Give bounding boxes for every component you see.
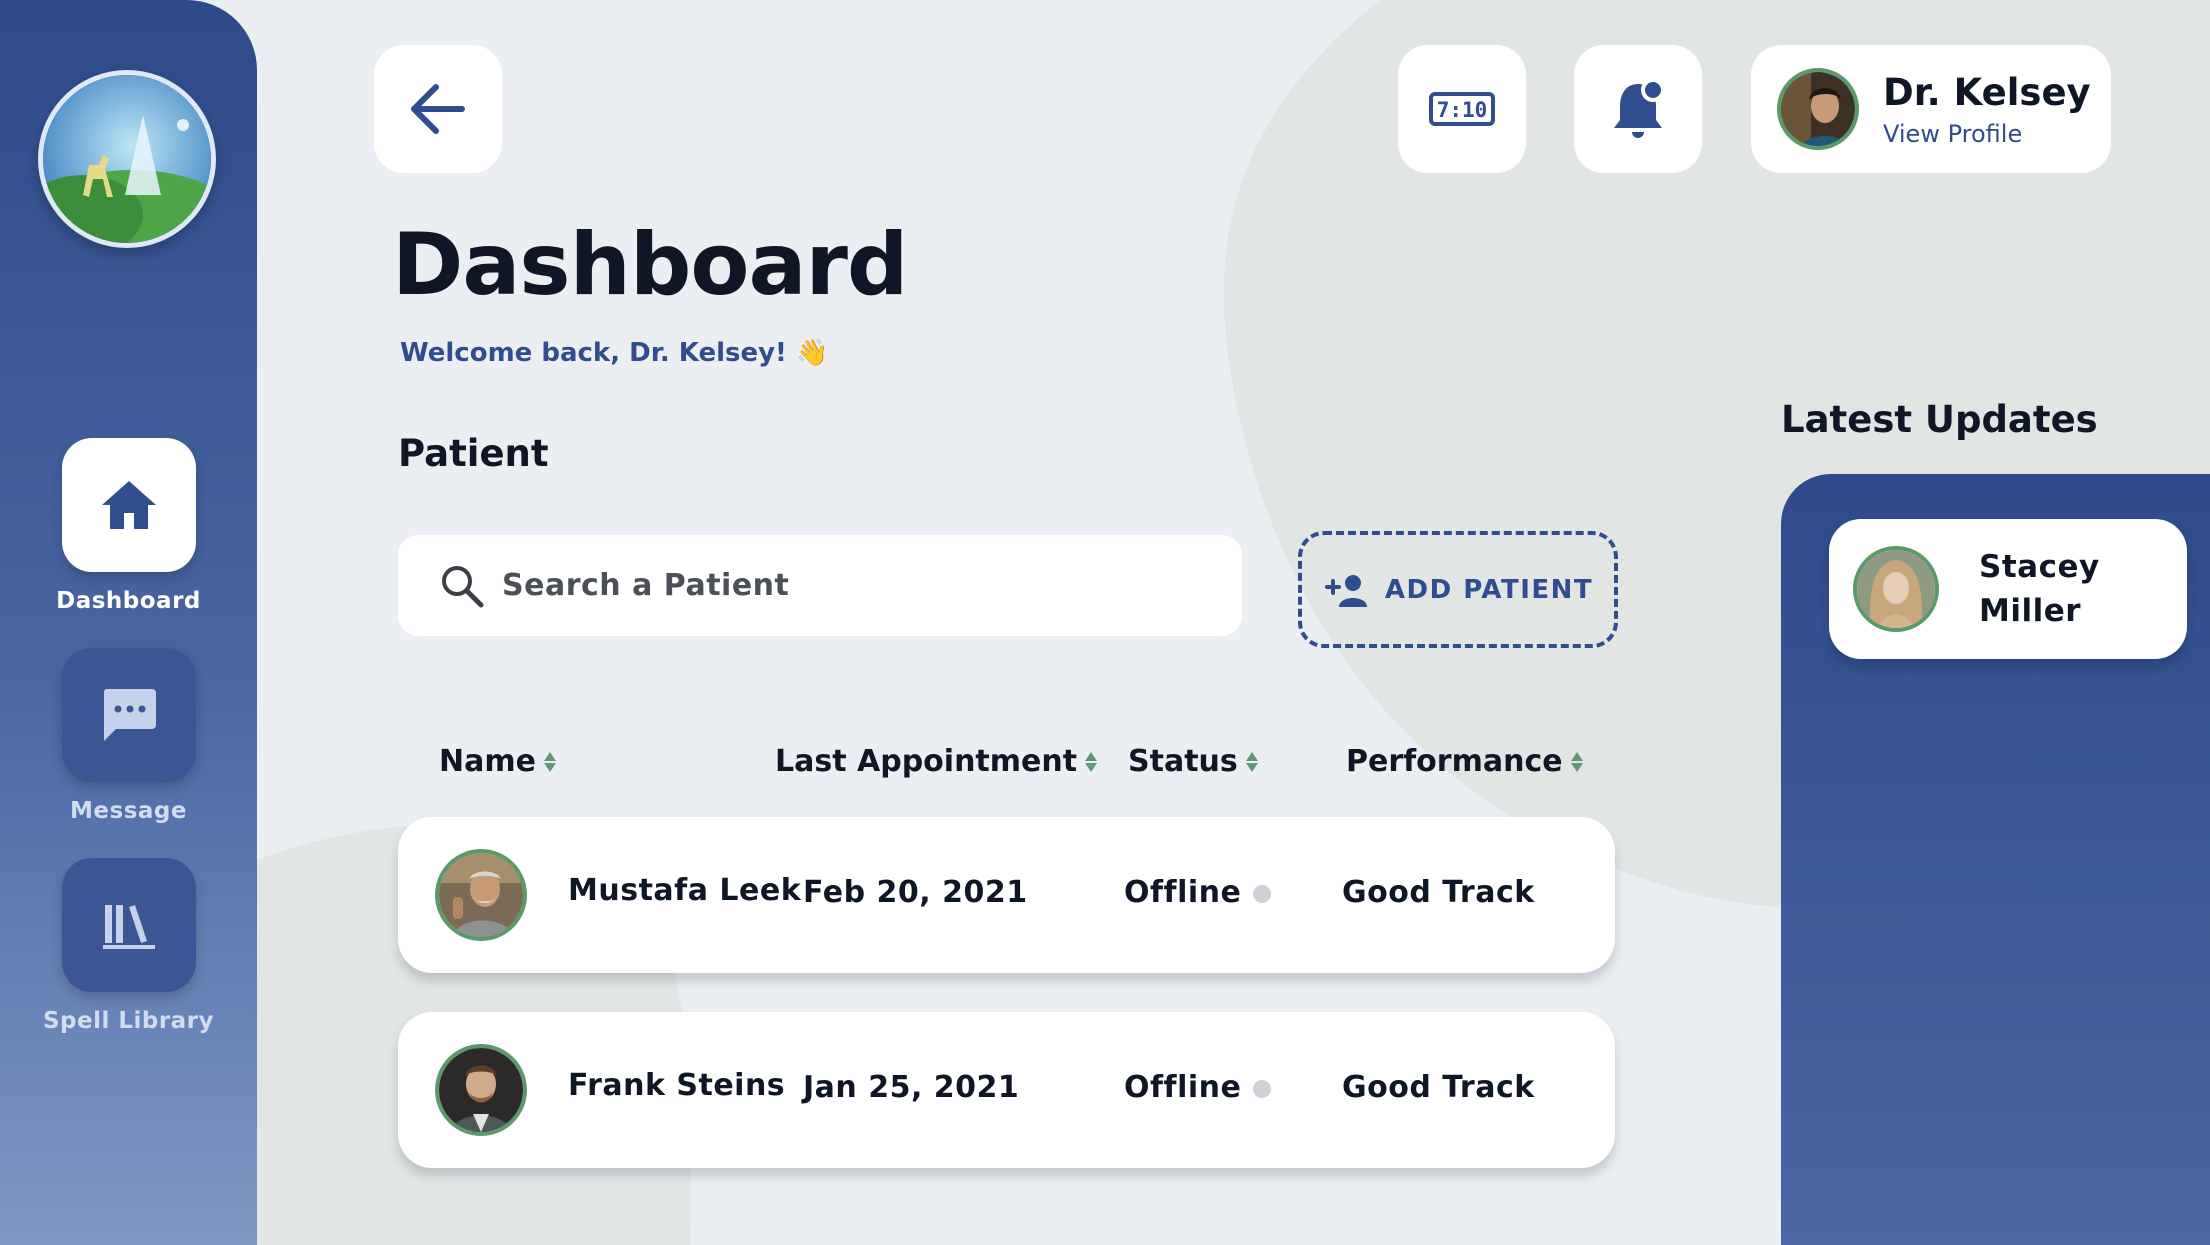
- sort-icon[interactable]: [1085, 751, 1098, 772]
- sort-icon[interactable]: [1570, 751, 1583, 772]
- update-name: Stacey Miller: [1979, 549, 2100, 629]
- notifications-button[interactable]: [1574, 45, 1702, 173]
- nav-spell-library-label: Spell Library: [42, 1008, 215, 1034]
- column-header-name[interactable]: Name: [439, 744, 556, 779]
- sidebar: Dashboard Message Spell Library: [0, 0, 257, 1245]
- patient-section-title: Patient: [398, 432, 549, 475]
- clock-text: 7:10: [1437, 98, 1488, 122]
- table-row[interactable]: Mustafa Leek Feb 20, 2021 Offline Good T…: [398, 817, 1615, 973]
- last-appointment: Feb 20, 2021: [803, 875, 1028, 910]
- status-cell: Offline: [1124, 875, 1272, 910]
- status-text: Offline: [1124, 875, 1242, 910]
- nav-dashboard-tile[interactable]: [61, 438, 196, 572]
- patient-avatar: [435, 1044, 527, 1136]
- profile-avatar: [1777, 68, 1859, 150]
- status-cell: Offline: [1124, 1070, 1272, 1105]
- profile-card[interactable]: Dr. Kelsey View Profile: [1751, 45, 2111, 173]
- chat-icon: [103, 689, 156, 741]
- back-button[interactable]: [374, 45, 502, 173]
- library-icon: [102, 905, 155, 949]
- app-logo[interactable]: [38, 70, 216, 248]
- update-avatar: [1853, 546, 1939, 632]
- sort-icon[interactable]: [543, 751, 556, 772]
- nav-message-label: Message: [70, 798, 187, 824]
- nav-message[interactable]: Message: [0, 648, 257, 824]
- column-header-status-label: Status: [1128, 744, 1238, 779]
- nav-dashboard-label: Dashboard: [56, 588, 201, 614]
- bell-icon: [1614, 78, 1665, 138]
- sort-icon[interactable]: [1245, 751, 1258, 772]
- nav-spell-library-tile[interactable]: [61, 858, 196, 992]
- table-row[interactable]: Frank Steins Jan 25, 2021 Offline Good T…: [398, 1012, 1615, 1168]
- patient-avatar: [435, 849, 527, 941]
- arrow-left-icon: [411, 84, 465, 134]
- column-header-performance[interactable]: Performance: [1346, 744, 1583, 779]
- search-placeholder: Search a Patient: [502, 568, 790, 603]
- nav-spell-library[interactable]: Spell Library: [0, 858, 257, 1034]
- last-appointment: Jan 25, 2021: [803, 1070, 1020, 1105]
- page-title: Dashboard: [392, 215, 908, 315]
- performance: Good Track: [1342, 1070, 1535, 1105]
- status-dot: [1253, 1079, 1272, 1098]
- performance: Good Track: [1342, 875, 1535, 910]
- add-patient-button[interactable]: ADD PATIENT: [1298, 531, 1618, 648]
- nav-message-tile[interactable]: [61, 648, 196, 782]
- add-patient-label: ADD PATIENT: [1384, 574, 1594, 605]
- column-header-last-appointment-label: Last Appointment: [775, 744, 1078, 779]
- search-icon: [442, 565, 484, 607]
- status-text: Offline: [1124, 1070, 1242, 1105]
- column-header-performance-label: Performance: [1346, 744, 1563, 779]
- add-user-icon: [1324, 574, 1367, 607]
- status-dot: [1253, 884, 1272, 903]
- clock-button[interactable]: 7:10: [1398, 45, 1526, 173]
- latest-updates-title: Latest Updates: [1781, 398, 2098, 441]
- patient-name[interactable]: Frank Steins: [568, 1068, 785, 1103]
- search-input[interactable]: Search a Patient: [398, 535, 1242, 636]
- welcome-message: Welcome back, Dr. Kelsey! 👋: [400, 338, 829, 368]
- view-profile-link[interactable]: View Profile: [1883, 120, 2091, 148]
- home-icon: [101, 481, 156, 529]
- patient-name[interactable]: Mustafa Leek: [568, 873, 801, 908]
- column-header-status[interactable]: Status: [1128, 744, 1258, 779]
- profile-name: Dr. Kelsey: [1883, 70, 2091, 114]
- column-header-name-label: Name: [439, 744, 536, 779]
- nav-dashboard[interactable]: Dashboard: [0, 438, 257, 614]
- update-card[interactable]: Stacey Miller: [1829, 519, 2187, 659]
- column-header-last-appointment[interactable]: Last Appointment: [775, 744, 1098, 779]
- digital-clock-icon: 7:10: [1429, 92, 1495, 126]
